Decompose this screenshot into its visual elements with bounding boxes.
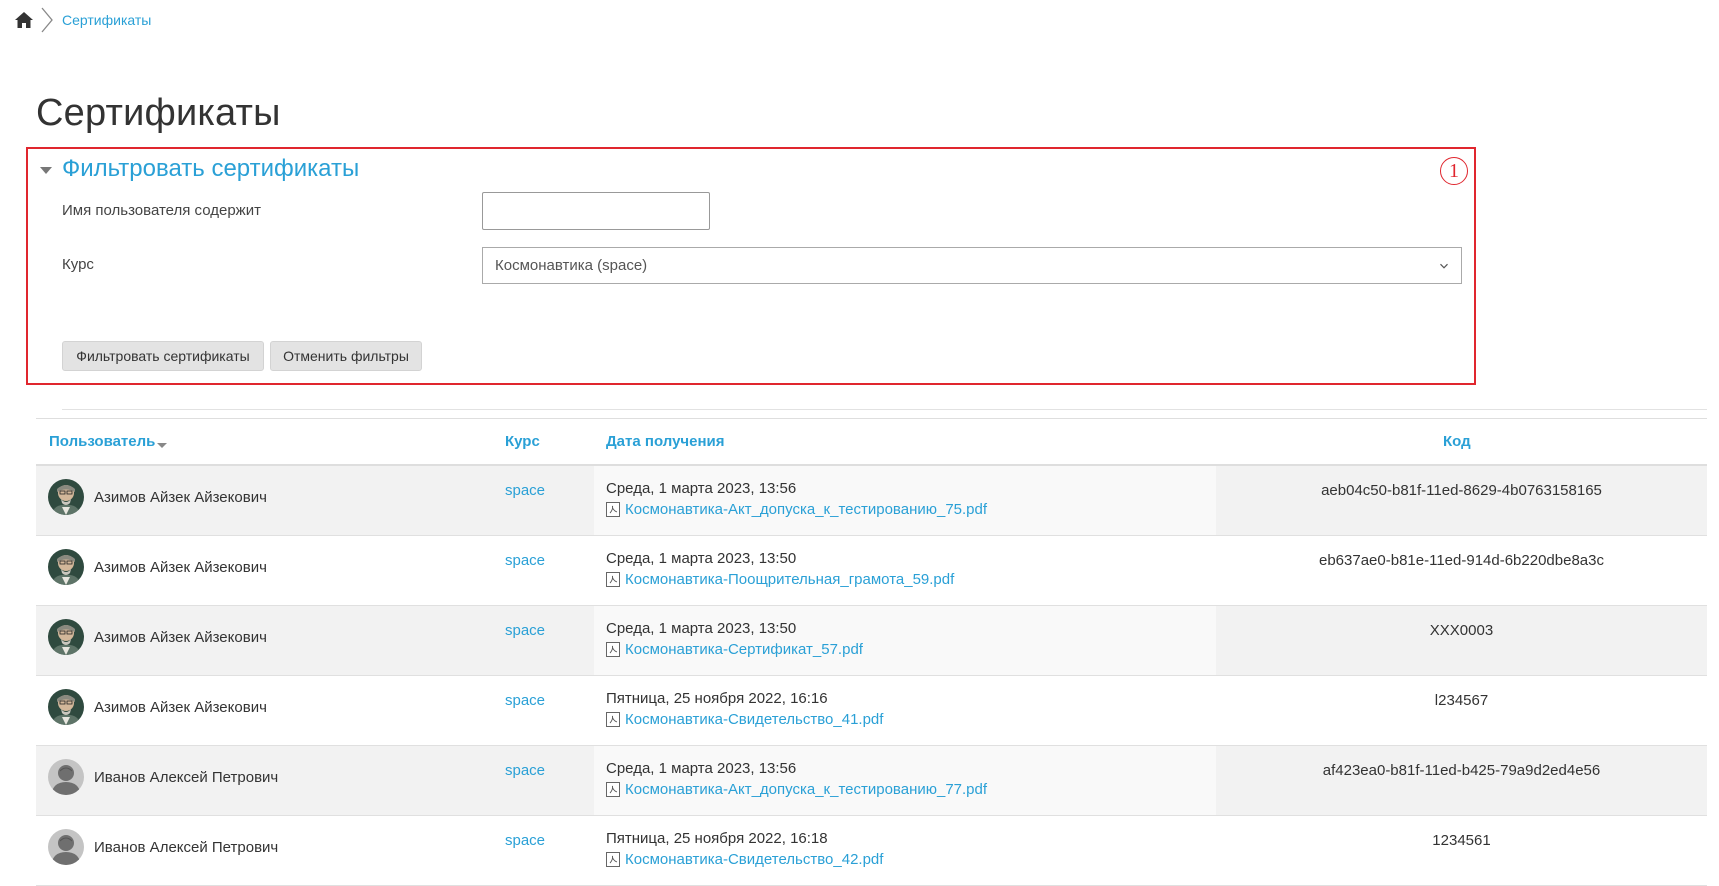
collapse-caret-icon xyxy=(40,166,52,174)
certificate-code: XXX0003 xyxy=(1429,622,1494,639)
table-row: Иванов Алексей Петрович space Пятница, 2… xyxy=(36,816,1707,886)
page-title: Сертификаты xyxy=(36,92,281,134)
certificate-code: eb637ae0-b81e-11ed-914d-6b220dbe8a3c xyxy=(1319,552,1604,569)
breadcrumb-separator-icon xyxy=(41,7,53,33)
filter-toggle[interactable]: Фильтровать сертификаты xyxy=(40,155,359,183)
certificate-file-link[interactable]: Космонавтика-Акт_допуска_к_тестированию_… xyxy=(625,781,987,798)
date-cell: Среда, 1 марта 2023, 13:50 Космонавтика-… xyxy=(594,536,1216,605)
certificate-file-link[interactable]: Космонавтика-Свидетельство_41.pdf xyxy=(625,711,883,728)
user-photo-avatar[interactable] xyxy=(48,689,84,725)
issue-date: Среда, 1 марта 2023, 13:56 xyxy=(606,480,797,497)
pdf-file-icon xyxy=(606,502,620,517)
user-name: Азимов Айзек Айзекович xyxy=(94,698,267,716)
issue-date: Среда, 1 марта 2023, 13:50 xyxy=(606,550,797,567)
date-cell: Среда, 1 марта 2023, 13:50 Космонавтика-… xyxy=(594,606,1216,675)
course-link[interactable]: space xyxy=(505,552,545,569)
column-course-header[interactable]: Курс xyxy=(505,433,540,450)
user-cell: Иванов Алексей Петрович xyxy=(48,816,278,878)
certificates-table: Пользователь Курс Дата получения Код Ази… xyxy=(36,418,1707,886)
date-cell: Среда, 1 марта 2023, 13:56 Космонавтика-… xyxy=(594,746,1216,815)
username-label: Имя пользователя содержит xyxy=(62,202,261,219)
table-header: Пользователь Курс Дата получения Код xyxy=(36,418,1707,466)
course-link[interactable]: space xyxy=(505,622,545,639)
annotation-marker: 1 xyxy=(1440,157,1468,185)
sort-desc-icon xyxy=(157,443,168,448)
user-cell: Азимов Айзек Айзекович xyxy=(48,606,267,668)
certificate-file-link[interactable]: Космонавтика-Поощрительная_грамота_59.pd… xyxy=(625,571,954,588)
certificate-code: l234567 xyxy=(1434,692,1489,709)
pdf-file-icon xyxy=(606,852,620,867)
pdf-file-icon xyxy=(606,712,620,727)
file-line: Космонавтика-Акт_допуска_к_тестированию_… xyxy=(606,501,1216,518)
user-photo-avatar[interactable] xyxy=(48,549,84,585)
divider xyxy=(62,409,1707,410)
user-photo-avatar[interactable] xyxy=(48,619,84,655)
breadcrumb: Сертификаты xyxy=(14,6,151,34)
table-row: Иванов Алексей Петрович space Среда, 1 м… xyxy=(36,746,1707,816)
user-name: Иванов Алексей Петрович xyxy=(94,838,279,856)
default-avatar-icon[interactable] xyxy=(48,829,84,865)
user-name: Азимов Айзек Айзекович xyxy=(94,488,267,506)
table-body: Азимов Айзек Айзекович space Среда, 1 ма… xyxy=(36,466,1707,886)
certificate-file-link[interactable]: Космонавтика-Сертификат_57.pdf xyxy=(625,641,863,658)
user-photo-avatar[interactable] xyxy=(48,479,84,515)
user-name: Азимов Айзек Айзекович xyxy=(94,628,267,646)
file-line: Космонавтика-Акт_допуска_к_тестированию_… xyxy=(606,781,1216,798)
reset-filter-button[interactable]: Отменить фильтры xyxy=(270,341,422,371)
table-row: Азимов Айзек Айзекович space Среда, 1 ма… xyxy=(36,466,1707,536)
certificate-file-link[interactable]: Космонавтика-Акт_допуска_к_тестированию_… xyxy=(625,501,987,518)
course-link[interactable]: space xyxy=(505,482,545,499)
course-label: Курс xyxy=(62,256,94,273)
table-row: Азимов Айзек Айзекович space Среда, 1 ма… xyxy=(36,606,1707,676)
breadcrumb-certificates-link[interactable]: Сертификаты xyxy=(62,12,151,28)
date-cell: Среда, 1 марта 2023, 13:56 Космонавтика-… xyxy=(594,466,1216,535)
user-cell: Азимов Айзек Айзекович xyxy=(48,536,267,598)
column-user-header[interactable]: Пользователь xyxy=(49,433,168,450)
user-cell: Азимов Айзек Айзекович xyxy=(48,676,267,738)
course-link[interactable]: space xyxy=(505,832,545,849)
user-name: Иванов Алексей Петрович xyxy=(94,768,279,786)
pdf-file-icon xyxy=(606,782,620,797)
file-line: Космонавтика-Свидетельство_41.pdf xyxy=(606,711,1216,728)
pdf-file-icon xyxy=(606,572,620,587)
certificate-file-link[interactable]: Космонавтика-Свидетельство_42.pdf xyxy=(625,851,883,868)
user-cell: Иванов Алексей Петрович xyxy=(48,746,278,808)
issue-date: Пятница, 25 ноября 2022, 16:18 xyxy=(606,830,828,847)
filter-title: Фильтровать сертификаты xyxy=(62,155,360,182)
course-link[interactable]: space xyxy=(505,692,545,709)
username-input[interactable] xyxy=(482,192,710,230)
filter-section: Фильтровать сертификаты 1 Имя пользовате… xyxy=(26,147,1476,385)
course-select[interactable]: Космонавтика (space) xyxy=(482,247,1462,284)
file-line: Космонавтика-Поощрительная_грамота_59.pd… xyxy=(606,571,1216,588)
date-cell: Пятница, 25 ноября 2022, 16:18 Космонавт… xyxy=(594,816,1216,885)
column-user-label: Пользователь xyxy=(49,433,156,450)
issue-date: Среда, 1 марта 2023, 13:56 xyxy=(606,760,797,777)
column-date-header[interactable]: Дата получения xyxy=(606,433,725,450)
course-select-value: Космонавтика (space) xyxy=(495,257,648,274)
table-row: Азимов Айзек Айзекович space Среда, 1 ма… xyxy=(36,536,1707,606)
chevron-down-icon xyxy=(1440,263,1448,269)
user-name: Азимов Айзек Айзекович xyxy=(94,558,267,576)
column-code-header[interactable]: Код xyxy=(1443,433,1471,450)
file-line: Космонавтика-Свидетельство_42.pdf xyxy=(606,851,1216,868)
course-link[interactable]: space xyxy=(505,762,545,779)
pdf-file-icon xyxy=(606,642,620,657)
table-row: Азимов Айзек Айзекович space Пятница, 25… xyxy=(36,676,1707,746)
apply-filter-button[interactable]: Фильтровать сертификаты xyxy=(62,341,264,371)
issue-date: Пятница, 25 ноября 2022, 16:16 xyxy=(606,690,828,707)
home-icon[interactable] xyxy=(14,10,34,30)
issue-date: Среда, 1 марта 2023, 13:50 xyxy=(606,620,797,637)
date-cell: Пятница, 25 ноября 2022, 16:16 Космонавт… xyxy=(594,676,1216,745)
certificate-code: 1234561 xyxy=(1432,832,1491,849)
file-line: Космонавтика-Сертификат_57.pdf xyxy=(606,641,1216,658)
certificate-code: aeb04c50-b81f-11ed-8629-4b0763158165 xyxy=(1321,482,1602,499)
default-avatar-icon[interactable] xyxy=(48,759,84,795)
user-cell: Азимов Айзек Айзекович xyxy=(48,466,267,528)
certificate-code: af423ea0-b81f-11ed-b425-79a9d2ed4e56 xyxy=(1322,762,1601,779)
